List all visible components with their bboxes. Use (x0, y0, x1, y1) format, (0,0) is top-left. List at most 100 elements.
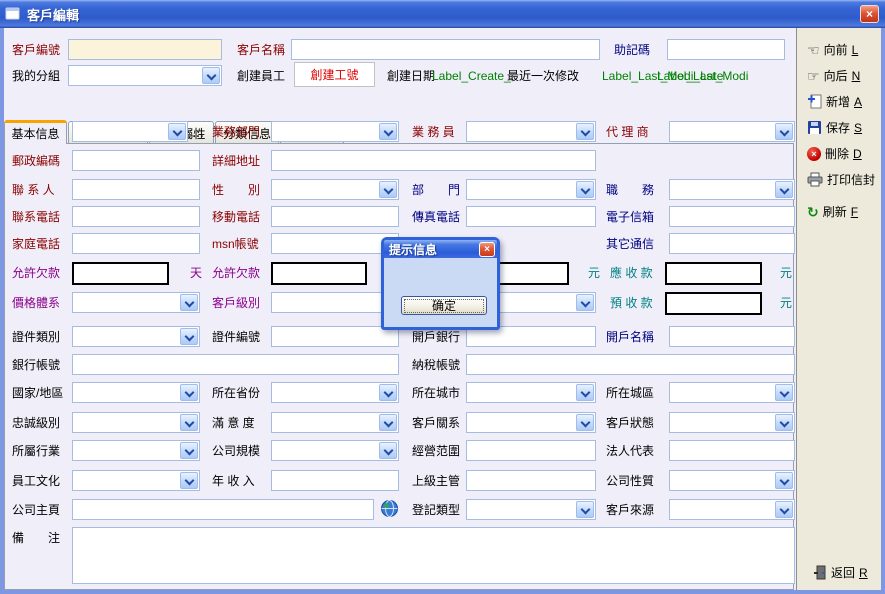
refresh-icon: ↻ (807, 205, 819, 219)
cert-no-input[interactable] (271, 326, 399, 347)
print-envelope-button[interactable]: 打印信封 (807, 171, 875, 188)
delete-label: 刪除 (825, 145, 849, 162)
create-staff-label: 創建員工 (237, 69, 285, 83)
agent-label: 代 理 商 (606, 125, 649, 139)
customer-source-select[interactable] (669, 499, 795, 520)
mnemonic-input[interactable] (667, 39, 785, 60)
add-key: A (854, 95, 862, 109)
hand-left-icon: ☜ (807, 43, 820, 57)
satisfaction-label: 滿 意 度 (212, 416, 255, 430)
window-titlebar[interactable]: 客戶編輯 × (0, 0, 885, 28)
homepage-label: 公司主頁 (12, 503, 60, 517)
district-select[interactable] (669, 382, 795, 403)
register-type-select[interactable] (466, 499, 596, 520)
province-select[interactable] (271, 382, 399, 403)
industry-label: 所屬行業 (12, 444, 60, 458)
receivable-input[interactable] (665, 262, 762, 285)
my-group-select[interactable] (68, 65, 222, 86)
receivable-label: 應 收 款 (610, 266, 653, 280)
prompt-dialog-title: 提示信息 (384, 241, 437, 258)
loyalty-select[interactable] (72, 412, 200, 433)
create-id-button[interactable]: 創建工號 (294, 62, 375, 87)
cert-type-select[interactable] (72, 326, 200, 347)
postal-code-input[interactable] (72, 150, 200, 171)
prev-button[interactable]: ☜ 向前L (807, 41, 858, 58)
fax-phone-input[interactable] (466, 206, 596, 227)
position-select[interactable] (669, 179, 795, 200)
add-button[interactable]: 新增 A (807, 93, 862, 110)
company-nature-label: 公司性質 (606, 474, 654, 488)
satisfaction-select[interactable] (271, 412, 399, 433)
contact-input[interactable] (72, 179, 200, 200)
annual-income-input[interactable] (271, 470, 399, 491)
department-select[interactable] (466, 179, 596, 200)
customer-name-input[interactable] (291, 39, 600, 60)
legal-rep-input[interactable] (669, 440, 795, 461)
prepaid-input[interactable] (665, 292, 762, 315)
price-system-select[interactable] (72, 292, 200, 313)
new-page-icon (807, 94, 822, 109)
save-key: S (854, 121, 862, 135)
tax-account-input[interactable] (466, 354, 795, 375)
homepage-input[interactable] (72, 499, 374, 520)
customer-no-input[interactable] (68, 39, 222, 60)
prompt-close-icon[interactable]: × (479, 242, 495, 257)
prev-label: 向前 (824, 41, 848, 58)
back-button[interactable]: 返回R (813, 564, 868, 581)
other-contact-label: 其它通信 (606, 237, 654, 251)
bank-account-input[interactable] (72, 354, 399, 375)
cert-no-label: 證件編號 (212, 330, 260, 344)
city-select[interactable] (466, 382, 596, 403)
ok-button[interactable]: 确定 (401, 296, 487, 315)
customer-level-input[interactable] (271, 292, 399, 313)
country-label: 國家/地區 (12, 386, 63, 400)
action-sidebar: ☜ 向前L ☞ 向后N 新增 A 保存 S × 刪除D 打印信封 (796, 28, 881, 590)
allow-debt-amount-input[interactable] (271, 262, 367, 285)
msn-input[interactable] (271, 233, 399, 254)
prompt-dialog-titlebar[interactable]: 提示信息 × (384, 240, 497, 258)
status-select[interactable] (669, 412, 795, 433)
save-button[interactable]: 保存 S (807, 119, 862, 136)
remark-label: 備 注 (12, 531, 60, 545)
country-select[interactable] (72, 382, 200, 403)
email-input[interactable] (669, 206, 795, 227)
next-key: N (852, 69, 861, 83)
remark-textarea[interactable] (72, 527, 795, 584)
contact-phone-input[interactable] (72, 206, 200, 227)
my-group-label: 我的分組 (12, 69, 60, 83)
allow-debt-days-input[interactable] (72, 262, 169, 285)
supervisor-input[interactable] (466, 470, 596, 491)
close-icon[interactable]: × (860, 5, 879, 23)
last-modified-label: 最近一次修改 (507, 69, 579, 83)
business-scope-input[interactable] (466, 440, 596, 461)
district-label: 所在城區 (606, 386, 654, 400)
staff-culture-select[interactable] (72, 470, 200, 491)
mobile-phone-input[interactable] (271, 206, 399, 227)
other-contact-input[interactable] (669, 233, 795, 254)
bank-account-name-input[interactable] (669, 326, 795, 347)
marketing-region-select[interactable] (72, 121, 188, 142)
sales-dept-select[interactable] (271, 121, 399, 142)
add-label: 新增 (826, 93, 850, 110)
city-label: 所在城市 (412, 386, 460, 400)
industry-select[interactable] (72, 440, 200, 461)
tab-basic-info[interactable]: 基本信息 (4, 120, 67, 144)
globe-icon[interactable] (380, 499, 399, 518)
relation-select[interactable] (466, 412, 596, 433)
company-nature-select[interactable] (669, 470, 795, 491)
agent-select[interactable] (669, 121, 795, 142)
save-label: 保存 (826, 119, 850, 136)
delete-button[interactable]: × 刪除D (807, 145, 862, 162)
mobile-phone-label: 移動電話 (212, 210, 260, 224)
salesman-select[interactable] (466, 121, 596, 142)
allow-debt-days-label: 允許欠款 (12, 266, 60, 280)
refresh-button[interactable]: ↻ 刷新F (807, 203, 858, 220)
browse-button[interactable]: … (192, 126, 204, 140)
register-type-label: 登記類型 (412, 503, 460, 517)
gender-select[interactable] (271, 179, 399, 200)
customer-no-label: 客戶編號 (12, 43, 60, 57)
home-phone-input[interactable] (72, 233, 200, 254)
company-size-select[interactable] (271, 440, 399, 461)
address-input[interactable] (271, 150, 596, 171)
next-button[interactable]: ☞ 向后N (807, 67, 860, 84)
